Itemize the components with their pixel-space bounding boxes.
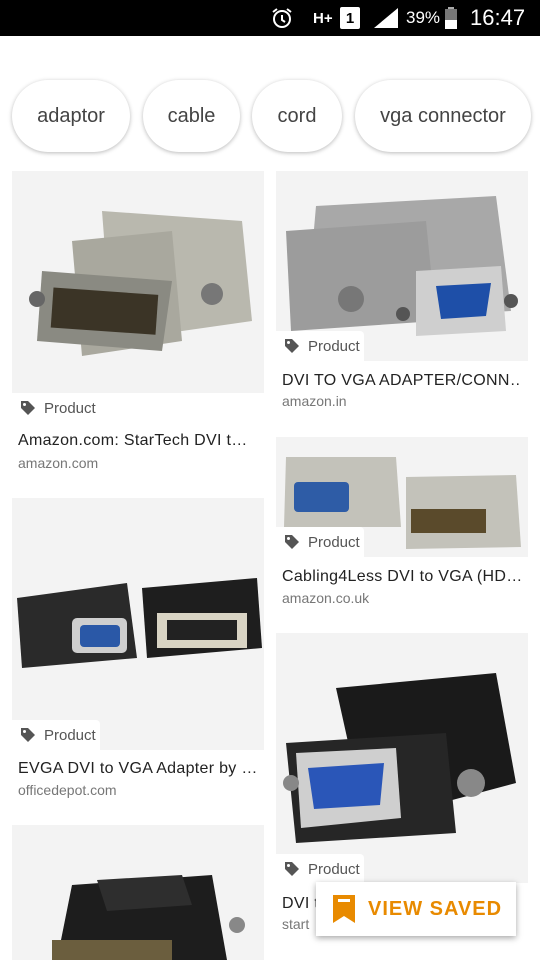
chip-vga-connector[interactable]: vga connector: [355, 80, 531, 152]
signal-icon: [372, 0, 400, 36]
clock: 16:47: [470, 5, 526, 30]
result-image[interactable]: [276, 633, 528, 883]
tag-label: Product: [308, 860, 360, 878]
chip-label: cord: [277, 104, 317, 127]
view-saved-button[interactable]: VIEW SAVED: [316, 882, 516, 936]
result-tag: Product: [276, 527, 364, 557]
adapter-image: [276, 633, 528, 883]
tag-icon: [285, 535, 299, 549]
result-title[interactable]: DVI TO VGA ADAPTER/CONN…: [282, 372, 522, 390]
result-tag: Product: [12, 393, 100, 423]
bookmark-icon: [333, 895, 355, 923]
alarm-icon: [270, 0, 294, 36]
sim-icon: 1: [340, 0, 360, 36]
result-title[interactable]: Cabling4Less DVI to VGA (HD…: [282, 568, 522, 586]
adapter-image: [12, 498, 264, 750]
result-image[interactable]: [12, 498, 264, 750]
result-image[interactable]: [12, 171, 264, 393]
tag-icon: [285, 339, 299, 353]
chip-cord[interactable]: cord: [252, 80, 342, 152]
tag-icon: [21, 728, 35, 742]
result-source: start: [282, 916, 310, 932]
result-tag: Product: [276, 331, 364, 361]
chip-adaptor[interactable]: adaptor: [12, 80, 130, 152]
chip-label: adaptor: [37, 104, 105, 127]
battery-icon: [444, 0, 458, 36]
result-tag: Product: [12, 720, 100, 750]
result-source: officedepot.com: [18, 782, 117, 798]
tag-label: Product: [308, 337, 360, 355]
chip-label: vga connector: [380, 104, 506, 127]
tag-label: Product: [308, 533, 360, 551]
sim-number: 1: [340, 7, 360, 29]
result-source: amazon.in: [282, 393, 347, 409]
result-source: amazon.co.uk: [282, 590, 370, 606]
tag-label: Product: [44, 726, 96, 744]
result-source: amazon.com: [18, 455, 99, 471]
network-type: H+: [313, 9, 333, 27]
tag-label: Product: [44, 399, 96, 417]
result-image[interactable]: [12, 825, 264, 960]
adapter-image: [12, 825, 264, 960]
result-title[interactable]: EVGA DVI to VGA Adapter by …: [18, 760, 258, 778]
chip-cable[interactable]: cable: [143, 80, 240, 152]
battery-percent: 39%: [406, 8, 441, 27]
tag-icon: [21, 401, 35, 415]
view-saved-label: VIEW SAVED: [368, 897, 503, 920]
tag-icon: [285, 862, 299, 876]
adapter-image: [12, 171, 264, 393]
result-tag: Product: [276, 854, 364, 884]
status-bar: H+ 1 39% 16:47: [0, 0, 540, 36]
result-title[interactable]: Amazon.com: StarTech DVI t…: [18, 432, 258, 450]
chip-label: cable: [167, 104, 216, 127]
